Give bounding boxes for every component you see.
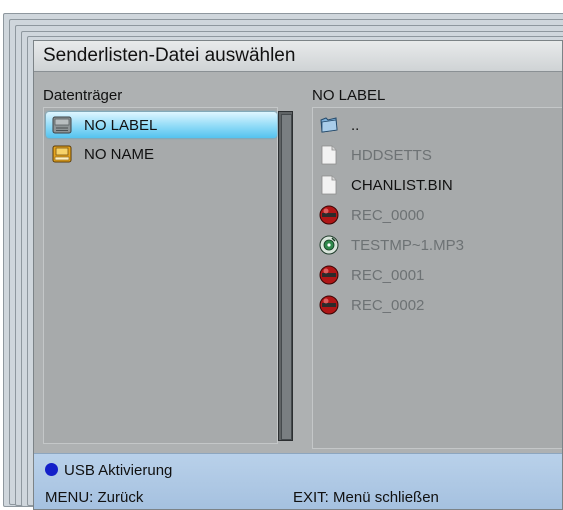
file-list: .. HDDSETTS CHANLIST.BIN REC_0000 TESTMP… <box>312 107 562 449</box>
file-select-dialog: Senderlisten-Datei auswählen Datenträger… <box>33 40 563 510</box>
right-panel-header: NO LABEL <box>312 87 386 104</box>
document-icon <box>319 175 339 195</box>
file-item-testmp3[interactable]: TESTMP~1.MP3 <box>319 232 464 258</box>
file-label: TESTMP~1.MP3 <box>351 236 464 254</box>
exit-close-hint: EXIT: Menü schließen <box>293 489 439 506</box>
scrollbar-thumb[interactable] <box>281 114 292 440</box>
folder-icon <box>319 115 339 135</box>
file-item-parent-folder[interactable]: .. <box>319 112 359 138</box>
file-item-hddsetts[interactable]: HDDSETTS <box>319 142 432 168</box>
menu-back-hint: MENU: Zurück <box>45 489 144 506</box>
usb-drive-icon <box>52 115 72 135</box>
left-panel-header: Datenträger <box>43 87 123 104</box>
file-label: REC_0001 <box>351 266 425 284</box>
title-bar: Senderlisten-Datei auswählen <box>34 41 562 72</box>
file-item-rec-0000[interactable]: REC_0000 <box>319 202 424 228</box>
device-label: NO NAME <box>84 145 155 163</box>
file-item-rec-0002[interactable]: REC_0002 <box>319 292 424 318</box>
file-label: .. <box>351 116 360 134</box>
recording-icon <box>319 295 339 315</box>
blue-button-icon <box>45 463 58 476</box>
file-label: HDDSETTS <box>351 146 432 164</box>
device-item-no-name[interactable]: NO NAME <box>46 141 277 167</box>
drive-yellow-icon <box>52 144 72 164</box>
device-label: NO LABEL <box>84 116 158 134</box>
dialog-title: Senderlisten-Datei auswählen <box>43 45 296 66</box>
file-item-rec-0001[interactable]: REC_0001 <box>319 262 424 288</box>
file-label: REC_0000 <box>351 206 425 224</box>
usb-activation-hint[interactable]: USB Aktivierung <box>45 462 172 479</box>
file-item-chanlist[interactable]: CHANLIST.BIN <box>319 172 453 198</box>
usb-activation-label: USB Aktivierung <box>64 462 173 479</box>
device-list-scrollbar[interactable] <box>278 111 293 441</box>
file-label: REC_0002 <box>351 296 425 314</box>
recording-icon <box>319 205 339 225</box>
recording-icon <box>319 265 339 285</box>
storage-device-list: NO LABEL NO NAME <box>43 107 278 444</box>
help-footer: USB Aktivierung MENU: Zurück EXIT: Menü … <box>34 453 562 509</box>
document-icon <box>319 145 339 165</box>
file-label: CHANLIST.BIN <box>351 176 453 194</box>
audio-cd-icon <box>319 235 339 255</box>
device-item-no-label[interactable]: NO LABEL <box>46 112 277 138</box>
